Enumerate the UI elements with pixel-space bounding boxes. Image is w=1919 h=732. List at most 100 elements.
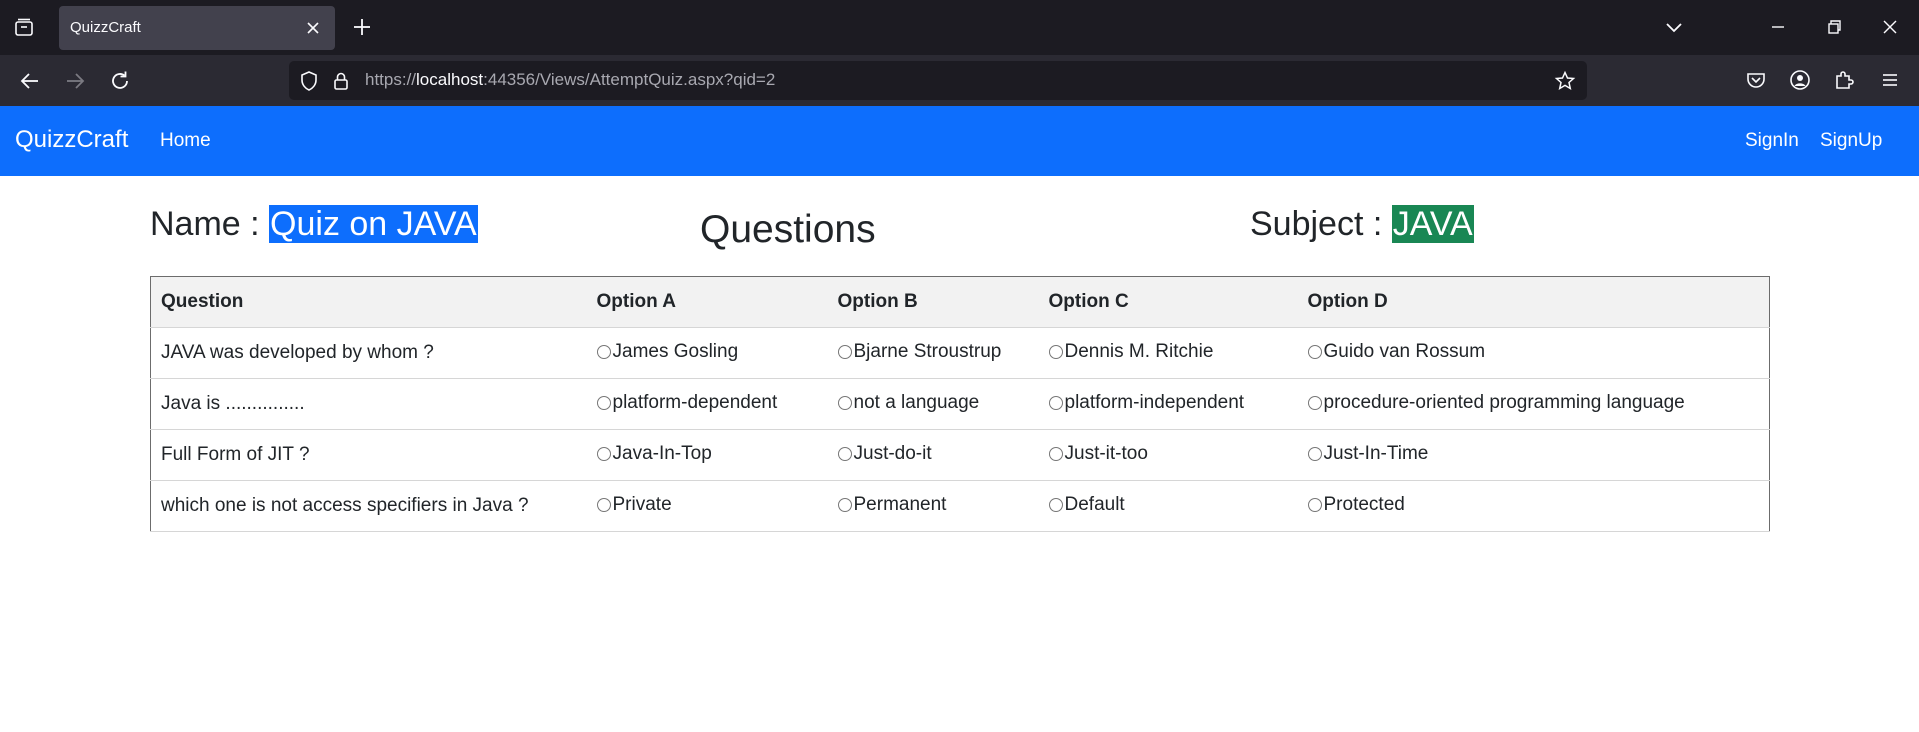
nav-signin-link[interactable]: SignIn bbox=[1745, 130, 1799, 152]
close-tab-icon[interactable] bbox=[303, 18, 323, 38]
nav-home-link[interactable]: Home bbox=[160, 130, 211, 152]
radio-button[interactable] bbox=[1307, 498, 1322, 512]
radio-button[interactable] bbox=[1048, 396, 1063, 410]
radio-button[interactable] bbox=[596, 447, 611, 461]
browser-nav-bar: https://localhost:44356/Views/AttemptQui… bbox=[0, 55, 1919, 106]
table-row: Java is ............... platform-depende… bbox=[150, 378, 1770, 430]
option-label: Permanent bbox=[853, 494, 947, 515]
pocket-icon[interactable] bbox=[1744, 68, 1768, 92]
tab-title: QuizzCraft bbox=[70, 19, 141, 36]
table-row: Full Form of JIT ? Java-In-Top Just-do-i… bbox=[150, 429, 1770, 481]
option-label: Just-it-too bbox=[1064, 443, 1148, 464]
tab-list-icon[interactable] bbox=[12, 16, 36, 40]
minimize-icon[interactable] bbox=[1766, 15, 1790, 39]
radio-button[interactable] bbox=[837, 345, 852, 359]
radio-button[interactable] bbox=[837, 396, 852, 410]
extensions-icon[interactable] bbox=[1832, 68, 1856, 92]
brand-link[interactable]: QuizzCraft bbox=[15, 126, 128, 154]
header-question: Question bbox=[150, 276, 587, 328]
radio-button[interactable] bbox=[1048, 447, 1063, 461]
option-c[interactable]: Dennis M. Ritchie bbox=[1048, 341, 1214, 363]
radio-button[interactable] bbox=[1307, 396, 1322, 410]
option-label: Default bbox=[1064, 494, 1125, 515]
table-header-row: Question Option A Option B Option C Opti… bbox=[150, 276, 1770, 328]
option-c[interactable]: Default bbox=[1048, 494, 1125, 516]
question-text: which one is not access specifiers in Ja… bbox=[150, 480, 587, 532]
header-option-d: Option D bbox=[1297, 276, 1770, 328]
bookmark-star-icon[interactable] bbox=[1554, 70, 1576, 92]
account-icon[interactable] bbox=[1788, 68, 1812, 92]
option-label: Just-In-Time bbox=[1323, 443, 1429, 464]
option-b[interactable]: Bjarne Stroustrup bbox=[837, 341, 1002, 363]
option-c[interactable]: Just-it-too bbox=[1048, 443, 1148, 465]
header-option-a: Option A bbox=[586, 276, 828, 328]
header-option-c: Option C bbox=[1038, 276, 1298, 328]
header-option-b: Option B bbox=[827, 276, 1039, 328]
option-a[interactable]: platform-dependent bbox=[596, 392, 777, 414]
option-a[interactable]: Java-In-Top bbox=[596, 443, 712, 465]
new-tab-icon[interactable] bbox=[350, 15, 374, 39]
quiz-subject: Subject : JAVA bbox=[1250, 205, 1474, 244]
question-text: Java is ............... bbox=[150, 378, 587, 430]
option-b[interactable]: Permanent bbox=[837, 494, 947, 516]
option-label: not a language bbox=[853, 392, 980, 413]
radio-button[interactable] bbox=[1307, 345, 1322, 359]
option-d[interactable]: Just-In-Time bbox=[1307, 443, 1429, 465]
radio-button[interactable] bbox=[1307, 447, 1322, 461]
radio-button[interactable] bbox=[1048, 498, 1063, 512]
option-a[interactable]: James Gosling bbox=[596, 341, 739, 363]
quiz-subject-value: JAVA bbox=[1391, 205, 1474, 243]
option-d[interactable]: Guido van Rossum bbox=[1307, 341, 1486, 363]
table-row: which one is not access specifiers in Ja… bbox=[150, 480, 1770, 532]
shield-icon[interactable] bbox=[298, 70, 320, 92]
url-host: localhost bbox=[416, 70, 484, 89]
option-label: James Gosling bbox=[612, 341, 739, 362]
option-b[interactable]: Just-do-it bbox=[837, 443, 932, 465]
radio-button[interactable] bbox=[1048, 345, 1063, 359]
option-label: Private bbox=[612, 494, 672, 515]
quiz-name-value: Quiz on JAVA bbox=[269, 205, 478, 243]
reload-icon[interactable] bbox=[107, 68, 133, 94]
option-label: Dennis M. Ritchie bbox=[1064, 341, 1214, 362]
option-label: Guido van Rossum bbox=[1323, 341, 1486, 362]
restore-icon[interactable] bbox=[1822, 15, 1846, 39]
radio-button[interactable] bbox=[596, 396, 611, 410]
radio-button[interactable] bbox=[837, 447, 852, 461]
close-window-icon[interactable] bbox=[1878, 15, 1902, 39]
option-label: platform-independent bbox=[1064, 392, 1245, 413]
browser-tab-bar: QuizzCraft bbox=[0, 0, 1919, 55]
nav-signup-link[interactable]: SignUp bbox=[1820, 130, 1882, 152]
list-all-tabs-chevron-icon[interactable] bbox=[1662, 15, 1686, 39]
option-label: Bjarne Stroustrup bbox=[853, 341, 1002, 362]
url-text[interactable]: https://localhost:44356/Views/AttemptQui… bbox=[365, 70, 775, 90]
radio-button[interactable] bbox=[837, 498, 852, 512]
radio-button[interactable] bbox=[596, 498, 611, 512]
browser-tab-active[interactable]: QuizzCraft bbox=[59, 6, 335, 50]
url-scheme: https:// bbox=[365, 70, 417, 89]
back-arrow-icon[interactable] bbox=[17, 68, 43, 94]
option-a[interactable]: Private bbox=[596, 494, 672, 516]
radio-button[interactable] bbox=[596, 345, 611, 359]
quiz-subject-label: Subject : bbox=[1250, 205, 1392, 243]
option-b[interactable]: not a language bbox=[837, 392, 980, 414]
url-path: :44356/Views/AttemptQuiz.aspx?qid=2 bbox=[483, 70, 776, 89]
option-c[interactable]: platform-independent bbox=[1048, 392, 1245, 414]
quiz-name-label: Name : bbox=[150, 205, 270, 243]
question-text: JAVA was developed by whom ? bbox=[150, 327, 587, 379]
site-navbar: QuizzCraft Home SignIn SignUp bbox=[0, 106, 1919, 176]
lock-icon[interactable] bbox=[330, 70, 352, 92]
page-title: Questions bbox=[700, 208, 876, 251]
question-text: Full Form of JIT ? bbox=[150, 429, 587, 481]
address-bar[interactable]: https://localhost:44356/Views/AttemptQui… bbox=[289, 61, 1587, 100]
table-row: JAVA was developed by whom ? James Gosli… bbox=[150, 327, 1770, 379]
option-label: Protected bbox=[1323, 494, 1405, 515]
option-label: Java-In-Top bbox=[612, 443, 712, 464]
option-label: procedure-oriented programming language bbox=[1323, 392, 1685, 413]
quiz-heading-row: Name : Quiz on JAVA Questions Subject : … bbox=[0, 200, 1919, 260]
menu-icon[interactable] bbox=[1878, 68, 1902, 92]
option-d[interactable]: procedure-oriented programming language bbox=[1307, 392, 1685, 414]
option-label: Just-do-it bbox=[853, 443, 932, 464]
questions-table: Question Option A Option B Option C Opti… bbox=[150, 276, 1770, 532]
forward-arrow-icon[interactable] bbox=[62, 68, 88, 94]
option-d[interactable]: Protected bbox=[1307, 494, 1405, 516]
